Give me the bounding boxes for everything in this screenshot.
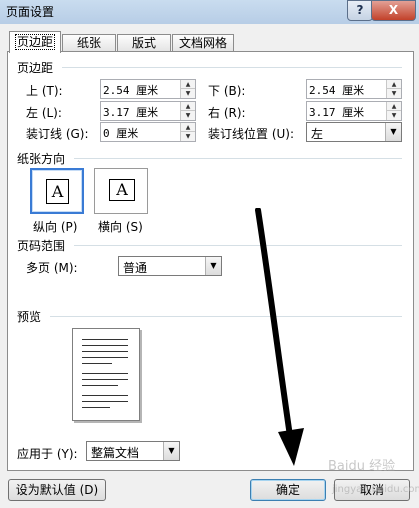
preview-line	[82, 339, 128, 340]
pages-heading: 页码范围	[17, 239, 66, 253]
chevron-down-icon[interactable]: ▼	[385, 123, 401, 141]
tab-layout[interactable]: 版式	[117, 34, 171, 52]
gutter-position-label: 装订线位置 (U):	[208, 127, 295, 141]
landscape-option[interactable]: A	[94, 168, 148, 214]
preview-page	[72, 328, 140, 421]
top-margin-value[interactable]: 2.54 厘米	[103, 82, 158, 98]
preview-divider	[50, 316, 402, 317]
preview-line	[82, 357, 128, 358]
close-button[interactable]: X	[371, 0, 416, 21]
preview-line	[82, 401, 128, 402]
preview-line	[82, 345, 128, 346]
multiple-pages-select[interactable]: 普通 ▼	[118, 256, 222, 276]
preview-line	[82, 351, 128, 352]
top-margin-spinner[interactable]: 2.54 厘米 ▲ ▼	[100, 79, 196, 99]
chevron-down-icon[interactable]: ▼	[163, 442, 179, 460]
right-margin-value[interactable]: 3.17 厘米	[309, 104, 364, 120]
dialog-title: 页面设置	[6, 5, 55, 19]
preview-line	[82, 379, 128, 380]
preview-heading: 预览	[17, 310, 42, 324]
preview-line	[82, 407, 110, 408]
preview-line	[82, 373, 128, 374]
right-margin-spinner[interactable]: 3.17 厘米 ▲ ▼	[306, 101, 402, 121]
pages-divider	[74, 245, 402, 246]
gutter-spinner[interactable]: 0 厘米 ▲ ▼	[100, 122, 196, 142]
tab-paper[interactable]: 纸张	[62, 34, 116, 52]
orientation-heading: 纸张方向	[17, 152, 66, 166]
preview-line	[82, 395, 128, 396]
bottom-margin-spinner[interactable]: 2.54 厘米 ▲ ▼	[306, 79, 402, 99]
apply-to-label: 应用于 (Y):	[17, 447, 78, 461]
portrait-label[interactable]: 纵向 (P)	[33, 218, 77, 235]
spinner-arrows[interactable]: ▲ ▼	[386, 80, 401, 98]
margins-divider	[62, 67, 402, 68]
chevron-down-icon[interactable]: ▼	[205, 257, 221, 275]
watermark-url: jingyan.baidu.com	[332, 484, 419, 495]
spinner-arrows[interactable]: ▲ ▼	[180, 102, 195, 120]
set-default-button[interactable]: 设为默认值 (D)	[8, 479, 106, 501]
tab-document-grid[interactable]: 文档网格	[172, 34, 234, 52]
margins-heading: 页边距	[17, 61, 54, 75]
portrait-option[interactable]: A	[30, 168, 84, 214]
multiple-pages-value[interactable]: 普通	[123, 259, 147, 276]
right-margin-label: 右 (R):	[208, 106, 246, 120]
bottom-margin-label: 下 (B):	[208, 84, 246, 98]
spinner-arrows[interactable]: ▲ ▼	[180, 80, 195, 98]
spin-down-icon[interactable]: ▼	[387, 111, 401, 120]
spin-down-icon[interactable]: ▼	[181, 111, 195, 120]
landscape-page-icon: A	[109, 179, 135, 207]
portrait-page-icon: A	[46, 179, 72, 207]
gutter-label: 装订线 (G):	[26, 127, 89, 141]
bottom-margin-value[interactable]: 2.54 厘米	[309, 82, 364, 98]
gutter-position-select[interactable]: 左 ▼	[306, 122, 402, 142]
spin-up-icon[interactable]: ▲	[387, 102, 401, 111]
spin-down-icon[interactable]: ▼	[387, 89, 401, 98]
apply-to-value[interactable]: 整篇文档	[91, 444, 139, 461]
landscape-label[interactable]: 横向 (S)	[98, 218, 143, 235]
ok-button[interactable]: 确定	[250, 479, 326, 501]
spin-down-icon[interactable]: ▼	[181, 89, 195, 98]
tab-margins[interactable]: 页边距	[9, 31, 61, 53]
spinner-arrows[interactable]: ▲ ▼	[386, 102, 401, 120]
spin-up-icon[interactable]: ▲	[387, 80, 401, 89]
spin-up-icon[interactable]: ▲	[181, 80, 195, 89]
preview-line	[82, 363, 112, 364]
watermark-text: Baidu 经验	[328, 459, 396, 474]
annotation-arrow-icon	[255, 208, 304, 466]
left-margin-spinner[interactable]: 3.17 厘米 ▲ ▼	[100, 101, 196, 121]
gutter-value[interactable]: 0 厘米	[103, 125, 138, 141]
spinner-arrows[interactable]: ▲ ▼	[180, 123, 195, 141]
help-button[interactable]: ?	[347, 0, 373, 21]
top-margin-label: 上 (T):	[26, 84, 63, 98]
left-margin-value[interactable]: 3.17 厘米	[103, 104, 158, 120]
spin-down-icon[interactable]: ▼	[181, 132, 195, 141]
spin-up-icon[interactable]: ▲	[181, 102, 195, 111]
preview-line	[82, 385, 118, 386]
orientation-divider	[74, 158, 402, 159]
left-margin-label: 左 (L):	[26, 106, 62, 120]
spin-up-icon[interactable]: ▲	[181, 123, 195, 132]
multiple-pages-label: 多页 (M):	[26, 261, 78, 275]
gutter-position-value[interactable]: 左	[311, 125, 323, 142]
apply-to-select[interactable]: 整篇文档 ▼	[86, 441, 180, 461]
